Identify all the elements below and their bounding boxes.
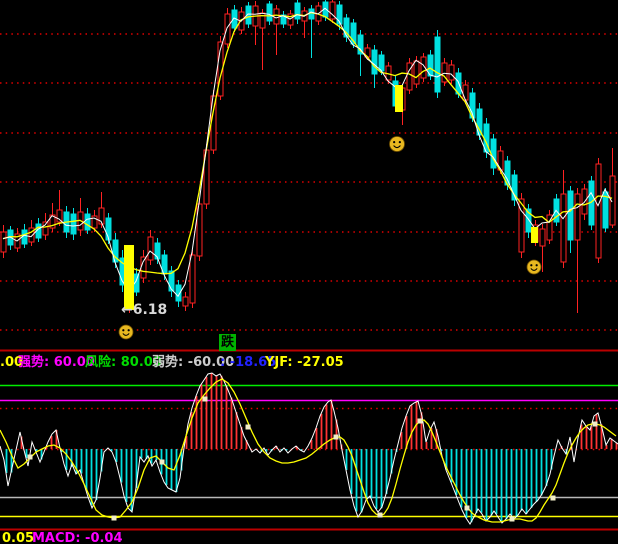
- candle-up: [449, 65, 454, 80]
- candles-layer: [1, 0, 615, 313]
- candle-up: [225, 14, 230, 44]
- candle-up: [414, 61, 419, 84]
- signal-highlight-bar: [124, 245, 134, 310]
- candle-up: [463, 85, 468, 100]
- indicator-value-2: 风险: 80.00: [85, 354, 162, 371]
- macd-value-0: 0.05: [2, 530, 34, 544]
- osc-signal-marker: [246, 425, 251, 430]
- chart-canvas[interactable]: [0, 0, 618, 544]
- candle-down: [71, 214, 76, 234]
- fall-badge: 跌: [219, 334, 236, 351]
- price-panel: [0, 0, 618, 339]
- candle-up: [596, 164, 601, 258]
- candle-down: [22, 230, 27, 244]
- smiley-icon: [119, 325, 133, 339]
- ma-fast-line: [3, 8, 612, 296]
- candle-up: [575, 194, 580, 240]
- candle-down: [491, 139, 496, 168]
- candle-down: [155, 243, 160, 259]
- candle-down: [295, 3, 300, 19]
- osc-signal-marker: [465, 506, 470, 511]
- osc-signal-marker: [510, 517, 515, 522]
- smiley-icon: [527, 260, 541, 274]
- candle-up: [1, 232, 6, 252]
- oscillator-panel: [0, 373, 618, 530]
- macd-values-row: 0.05MACD: -0.04: [0, 530, 618, 544]
- smiley-icon: [390, 137, 405, 152]
- osc-signal-marker: [378, 513, 383, 518]
- price-low-annotation: ←6.18: [121, 302, 167, 318]
- osc-signal-marker: [203, 397, 208, 402]
- candle-up: [183, 297, 188, 306]
- candle-down: [267, 4, 272, 21]
- candle-down: [568, 191, 573, 240]
- osc-histogram: [7, 373, 617, 522]
- signal-highlight-bar: [395, 85, 403, 112]
- candle-down: [372, 50, 377, 74]
- candle-up: [190, 255, 195, 303]
- osc-signal-marker: [28, 455, 33, 460]
- candle-up: [274, 9, 279, 24]
- candle-down: [435, 37, 440, 92]
- signal-highlight-bar: [531, 227, 538, 243]
- osc-signal-marker: [593, 422, 598, 427]
- candle-up: [141, 257, 146, 278]
- osc-signal-marker: [334, 435, 339, 440]
- candle-down: [309, 9, 314, 19]
- osc-signal-marker: [551, 496, 556, 501]
- candle-up: [540, 229, 545, 246]
- osc-signal-marker: [112, 516, 117, 521]
- osc-signal-marker: [418, 419, 423, 424]
- stock-chart-window: .00强势: 60.00风险: 80.00弱势: -60.00: -18.65Y…: [0, 0, 618, 544]
- macd-value-1: MACD: -0.04: [32, 530, 123, 544]
- indicator-value-5: YJF: -27.05: [265, 354, 344, 371]
- osc-signal-marker: [160, 460, 165, 465]
- candle-up: [148, 237, 153, 260]
- candle-up: [57, 210, 62, 222]
- candle-down: [85, 214, 90, 230]
- indicator-values-row: .00强势: 60.00风险: 80.00弱势: -60.00: -18.65Y…: [0, 354, 618, 371]
- candle-up: [561, 194, 566, 262]
- indicator-value-1: 强势: 60.00: [18, 354, 95, 371]
